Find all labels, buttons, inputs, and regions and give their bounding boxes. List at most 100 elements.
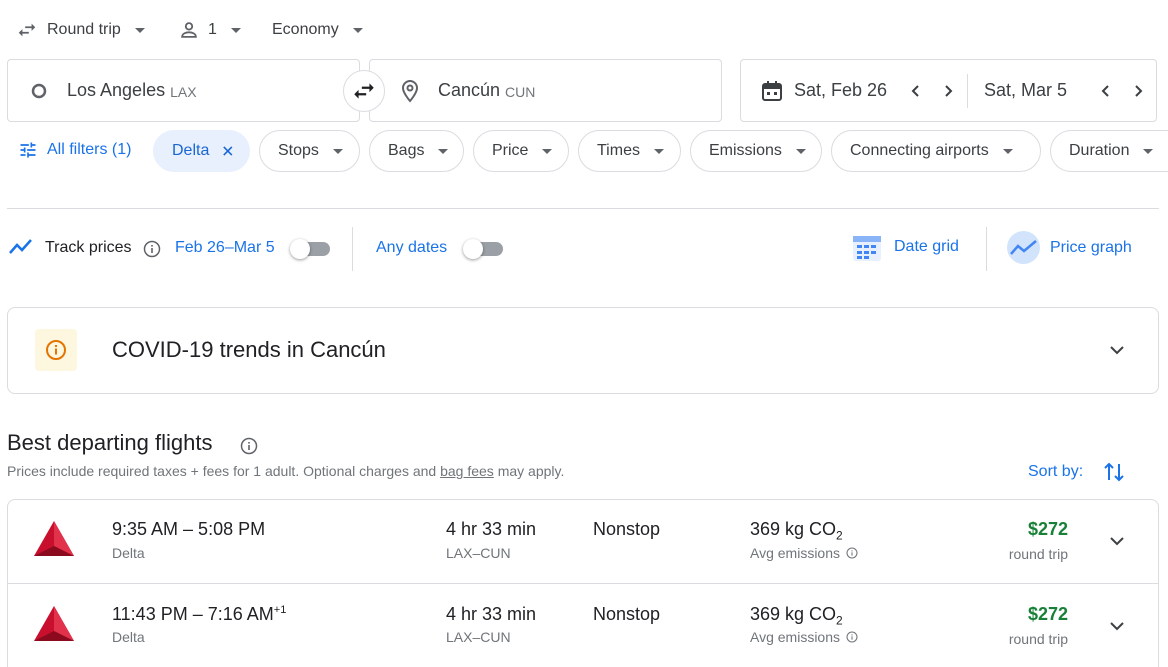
flight-route: LAX–CUN (446, 629, 511, 645)
bag-fees-link[interactable]: bag fees (440, 463, 494, 479)
info-icon[interactable] (143, 240, 161, 258)
flight-airline: Delta (112, 545, 145, 561)
caret-down-icon (795, 148, 806, 154)
chip-bags[interactable]: Bags (369, 130, 464, 172)
info-icon[interactable] (846, 631, 858, 643)
calendar-icon (762, 81, 782, 101)
chip-price[interactable]: Price (473, 130, 569, 172)
date-grid-button[interactable]: Date grid (851, 231, 959, 263)
trip-type-label: Round trip (47, 21, 121, 38)
covid-info-tile (35, 329, 77, 371)
price-note: round trip (1008, 631, 1068, 647)
sort-button[interactable]: Sort by: (1028, 460, 1125, 484)
close-icon[interactable] (223, 145, 233, 157)
flight-stops: Nonstop (593, 604, 661, 624)
emissions-value: 369 kg CO (750, 519, 837, 539)
flight-times: 9:35 AM – 5:08 PM (112, 519, 265, 540)
chip-emissions[interactable]: Emissions (690, 130, 822, 172)
flight-row[interactable]: 9:35 AM – 5:08 PM Delta 4 hr 33 min LAX–… (8, 500, 1158, 584)
info-icon[interactable] (240, 437, 258, 455)
price-graph-button[interactable]: Price graph (1006, 230, 1132, 265)
toggle-knob (290, 239, 310, 259)
dates-field[interactable]: Sat, Feb 26 Sat, Mar 5 (740, 59, 1157, 122)
results-note: Prices include required taxes + fees for… (7, 463, 564, 479)
emissions-value: 369 kg CO (750, 604, 837, 624)
cabin-label: Economy (272, 21, 339, 38)
passengers-count: 1 (208, 21, 217, 38)
date-grid-label: Date grid (894, 238, 959, 255)
chip-connecting-airports[interactable]: Connecting airports (831, 130, 1041, 172)
emissions-label-group: Avg emissions (750, 629, 858, 645)
chevron-down-icon[interactable] (1109, 343, 1125, 357)
chip-times[interactable]: Times (578, 130, 681, 172)
chip-label: Emissions (709, 142, 782, 159)
flight-list: 9:35 AM – 5:08 PM Delta 4 hr 33 min LAX–… (7, 499, 1159, 667)
trending-line-icon (9, 239, 32, 254)
caret-down-icon (542, 148, 553, 154)
chevron-down-icon[interactable] (1109, 534, 1125, 548)
caret-down-icon (653, 148, 664, 154)
chevron-down-icon[interactable] (1109, 619, 1125, 633)
return-date[interactable]: Sat, Mar 5 (984, 80, 1067, 101)
covid-card[interactable]: COVID-19 trends in Cancún (7, 307, 1159, 394)
caret-down-icon (230, 27, 241, 33)
results-heading: Best departing flights (7, 430, 213, 455)
passengers-select[interactable]: 1 (178, 14, 241, 46)
emissions-sub: 2 (836, 613, 843, 628)
chevron-right-icon (945, 85, 953, 97)
caret-down-icon (352, 27, 363, 33)
any-dates-toggle[interactable] (463, 239, 503, 259)
emissions-label: Avg emissions (750, 629, 841, 645)
flight-duration: 4 hr 33 min (446, 519, 537, 539)
return-prev-button[interactable] (1094, 79, 1118, 103)
flight-duration: 4 hr 33 min (446, 604, 537, 624)
covid-title: COVID-19 trends in Cancún (112, 337, 386, 362)
depart-next-button[interactable] (936, 79, 960, 103)
flight-emissions: 369 kg CO2 (750, 519, 843, 543)
track-date-range: Feb 26–Mar 5 (175, 239, 275, 256)
chevron-left-icon (911, 85, 919, 97)
origin-code: LAX (170, 84, 197, 100)
chip-label: Bags (388, 142, 425, 159)
emissions-label-group: Avg emissions (750, 545, 858, 561)
chip-duration[interactable]: Duration (1050, 130, 1168, 172)
price-note: round trip (1008, 546, 1068, 562)
depart-date[interactable]: Sat, Feb 26 (794, 80, 887, 101)
flight-price: $272 (1027, 519, 1068, 539)
chip-delta[interactable]: Delta (153, 130, 250, 172)
track-dates-toggle[interactable] (290, 239, 330, 259)
depart-prev-button[interactable] (904, 79, 928, 103)
swap-locations-button[interactable] (343, 70, 385, 112)
caret-down-icon (1143, 148, 1154, 154)
track-divider (352, 227, 353, 271)
destination-field[interactable]: Cancún CUN (369, 59, 722, 122)
chip-label: Duration (1069, 142, 1130, 159)
flight-row[interactable]: 11:43 PM – 7:16 AM+1 Delta 4 hr 33 min L… (8, 584, 1158, 667)
day-offset: +1 (273, 604, 287, 616)
note-suffix: may apply. (493, 463, 565, 479)
sort-arrows-icon (1104, 462, 1124, 482)
flight-airline: Delta (112, 629, 145, 645)
trip-type-select[interactable]: Round trip (16, 14, 145, 46)
chevron-right-icon (1135, 85, 1143, 97)
emissions-label: Avg emissions (750, 545, 841, 561)
cabin-select[interactable]: Economy (272, 14, 363, 46)
chip-stops[interactable]: Stops (259, 130, 360, 172)
return-next-button[interactable] (1126, 79, 1150, 103)
flight-emissions: 369 kg CO2 (750, 604, 843, 628)
swap-arrows-icon (354, 83, 374, 99)
caret-down-icon (332, 148, 343, 154)
date-divider (967, 74, 968, 108)
toggle-knob (463, 239, 483, 259)
origin-circle-icon (31, 83, 47, 98)
any-dates-label: Any dates (376, 239, 448, 256)
origin-field[interactable]: Los Angeles LAX (7, 59, 360, 122)
caret-down-icon (438, 148, 449, 154)
flight-route: LAX–CUN (446, 545, 511, 561)
graph-divider (986, 227, 987, 271)
all-filters-button[interactable]: All filters (1) (18, 140, 131, 160)
chip-label: Times (597, 142, 640, 159)
info-icon[interactable] (846, 547, 858, 559)
emissions-sub: 2 (836, 528, 843, 543)
flight-times-text: 11:43 PM – 7:16 AM (112, 604, 274, 624)
